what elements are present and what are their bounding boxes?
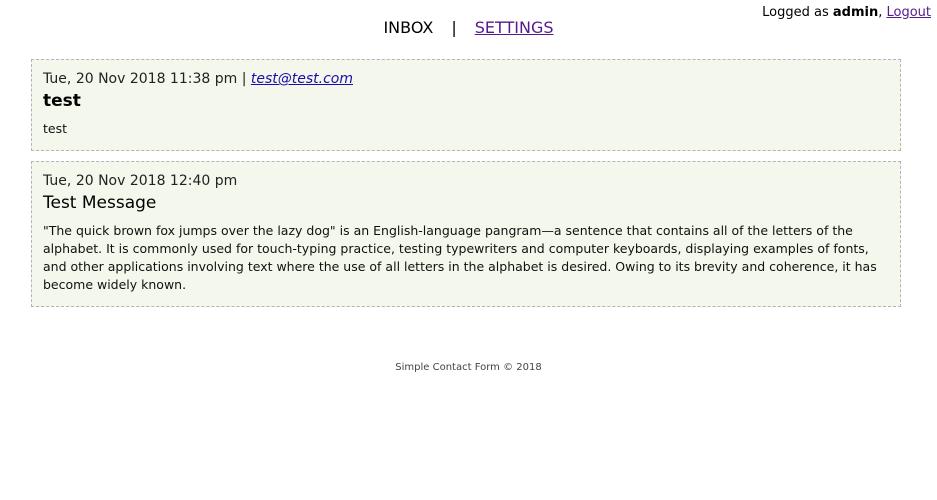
- message-body: "The quick brown fox jumps over the lazy…: [43, 223, 877, 292]
- message-meta: Tue, 20 Nov 2018 12:40 pm: [43, 172, 890, 190]
- page: Logged as admin, Logout INBOX | SETTINGS T…: [0, 0, 937, 500]
- message-subject: test: [43, 91, 81, 111]
- message-meta-separator: |: [237, 71, 251, 87]
- message-email-link[interactable]: test@test.com: [251, 71, 353, 87]
- message-date: Tue, 20 Nov 2018 12:40 pm: [43, 173, 238, 189]
- message-date: Tue, 20 Nov 2018 11:38 pm: [43, 71, 238, 87]
- nav-separator: |: [451, 18, 457, 37]
- message-item: Tue, 20 Nov 2018 12:40 pm Test Message "…: [31, 161, 901, 307]
- footer: Simple Contact Form © 2018: [395, 362, 542, 373]
- message-meta: Tue, 20 Nov 2018 11:38 pm | test@test.co…: [43, 70, 890, 88]
- nav-inbox[interactable]: INBOX: [383, 18, 433, 37]
- message-item: Tue, 20 Nov 2018 11:38 pm | test@test.co…: [31, 59, 901, 151]
- message-body: test: [43, 121, 68, 136]
- message-list: Tue, 20 Nov 2018 11:38 pm | test@test.co…: [31, 59, 901, 317]
- top-nav: INBOX | SETTINGS: [0, 18, 937, 38]
- nav-settings-link[interactable]: SETTINGS: [475, 18, 554, 37]
- message-subject: Test Message: [43, 193, 157, 213]
